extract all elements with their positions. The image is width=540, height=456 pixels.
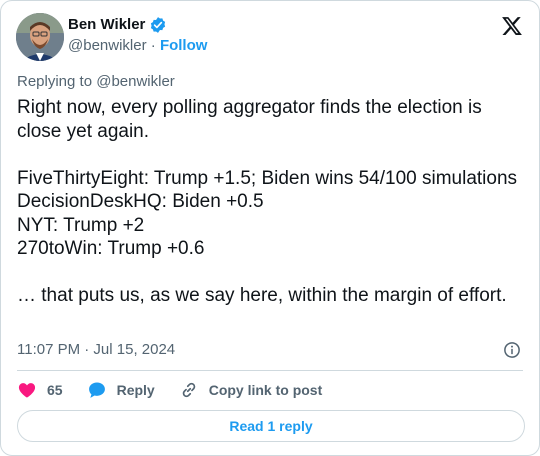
heart-icon [18, 383, 36, 398]
author-handle[interactable]: @benwikler [68, 37, 147, 54]
avatar-image [16, 13, 64, 61]
divider [17, 370, 523, 371]
tweet-line: 270toWin: Trump +0.6 [17, 238, 205, 259]
verified-badge-icon [151, 17, 166, 33]
reply-label: Reply [116, 382, 155, 398]
tweet-text: Right now, every polling aggregator find… [17, 96, 529, 308]
reply-button[interactable]: Reply [87, 380, 155, 400]
speech-bubble-icon [88, 382, 105, 398]
author-name[interactable]: Ben Wikler [68, 16, 145, 34]
info-icon[interactable] [503, 341, 521, 359]
copy-link-button[interactable]: Copy link to post [179, 380, 323, 400]
like-count: 65 [47, 382, 63, 398]
author-name-row: Ben Wikler [68, 16, 167, 34]
link-icon [182, 382, 195, 398]
follow-button[interactable]: Follow [160, 37, 208, 54]
timestamp[interactable]: 11:07 PM · Jul 15, 2024 [17, 341, 175, 358]
read-replies-label: Read 1 reply [229, 418, 313, 434]
action-bar: 65 Reply Copy link to post [17, 379, 346, 401]
tweet-line: FiveThirtyEight: Trump +1.5; Biden wins … [17, 167, 518, 189]
copy-link-label: Copy link to post [208, 382, 323, 398]
avatar[interactable] [16, 13, 64, 61]
like-button[interactable]: 65 [17, 380, 63, 400]
tweet-line: Right now, every polling aggregator find… [17, 97, 482, 142]
tweet-line: … that puts us, as we say here, within t… [17, 285, 507, 306]
x-logo-icon[interactable] [501, 15, 523, 37]
tweet-card: Ben Wikler @benwikler · Follow Replying … [0, 0, 540, 456]
tweet-line: DecisionDeskHQ: Biden +0.5 [17, 191, 264, 212]
read-replies-button[interactable]: Read 1 reply [17, 410, 525, 442]
tweet-line: NYT: Trump +2 [17, 214, 145, 236]
author-handle-row: @benwikler · Follow [68, 37, 207, 55]
handle-separator: · [150, 37, 156, 54]
replying-to: Replying to @benwikler [17, 73, 175, 90]
